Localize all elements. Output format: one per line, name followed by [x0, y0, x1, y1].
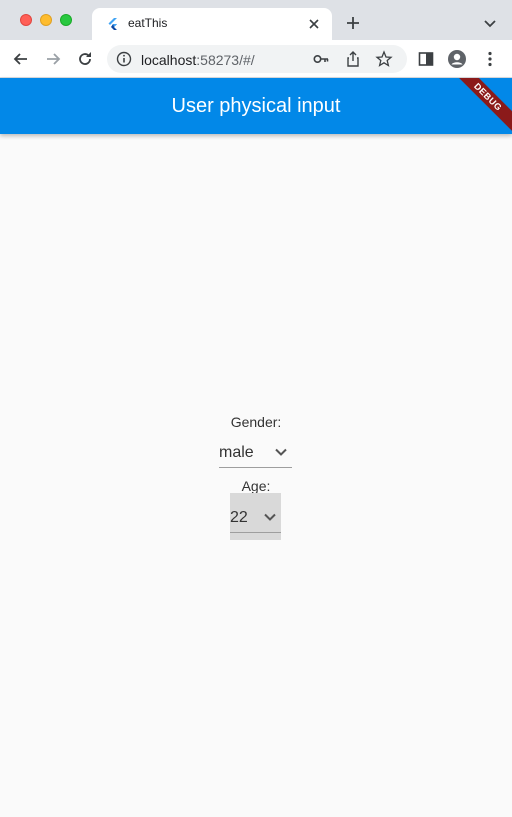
tab-title: eatThis — [128, 16, 168, 30]
close-icon[interactable] — [304, 14, 324, 34]
key-icon[interactable] — [312, 50, 330, 68]
flutter-icon — [108, 18, 117, 30]
sidebar-icon[interactable] — [416, 49, 436, 69]
age-underline — [230, 532, 281, 533]
chevron-down-icon — [264, 513, 276, 521]
close-window-button[interactable] — [20, 14, 32, 26]
url-path: :58273/#/ — [196, 52, 255, 68]
browser-tab[interactable]: eatThis — [92, 8, 332, 40]
main-content: Gender: male Age: 22 — [0, 134, 512, 817]
back-icon[interactable] — [11, 49, 31, 69]
menu-icon[interactable] — [480, 49, 500, 69]
share-icon[interactable] — [344, 50, 362, 68]
app-bar: User physical input DEBUG — [0, 78, 512, 134]
page-title: User physical input — [171, 95, 341, 117]
profile-icon[interactable] — [447, 49, 467, 69]
age-value: 22 — [230, 509, 248, 526]
plus-icon[interactable] — [343, 13, 363, 33]
reload-icon[interactable] — [75, 49, 95, 69]
gender-value: male — [219, 444, 254, 461]
maximize-window-button[interactable] — [60, 14, 72, 26]
gender-label: Gender: — [230, 414, 282, 430]
chevron-down-icon — [275, 448, 287, 456]
browser-toolbar: localhost:58273/#/ — [0, 40, 512, 78]
chevron-down-icon[interactable] — [480, 13, 500, 33]
url-host: localhost — [141, 52, 197, 68]
url-text[interactable]: localhost:58273/#/ — [141, 52, 255, 68]
minimize-window-button[interactable] — [40, 14, 52, 26]
info-icon[interactable] — [115, 50, 133, 68]
age-label: Age: — [241, 478, 271, 494]
tab-strip: eatThis — [0, 0, 512, 40]
star-icon[interactable] — [375, 50, 393, 68]
gender-dropdown[interactable]: male — [219, 436, 292, 468]
address-bar[interactable]: localhost:58273/#/ — [107, 45, 407, 73]
age-dropdown[interactable]: 22 — [230, 493, 281, 540]
forward-icon[interactable] — [43, 49, 63, 69]
